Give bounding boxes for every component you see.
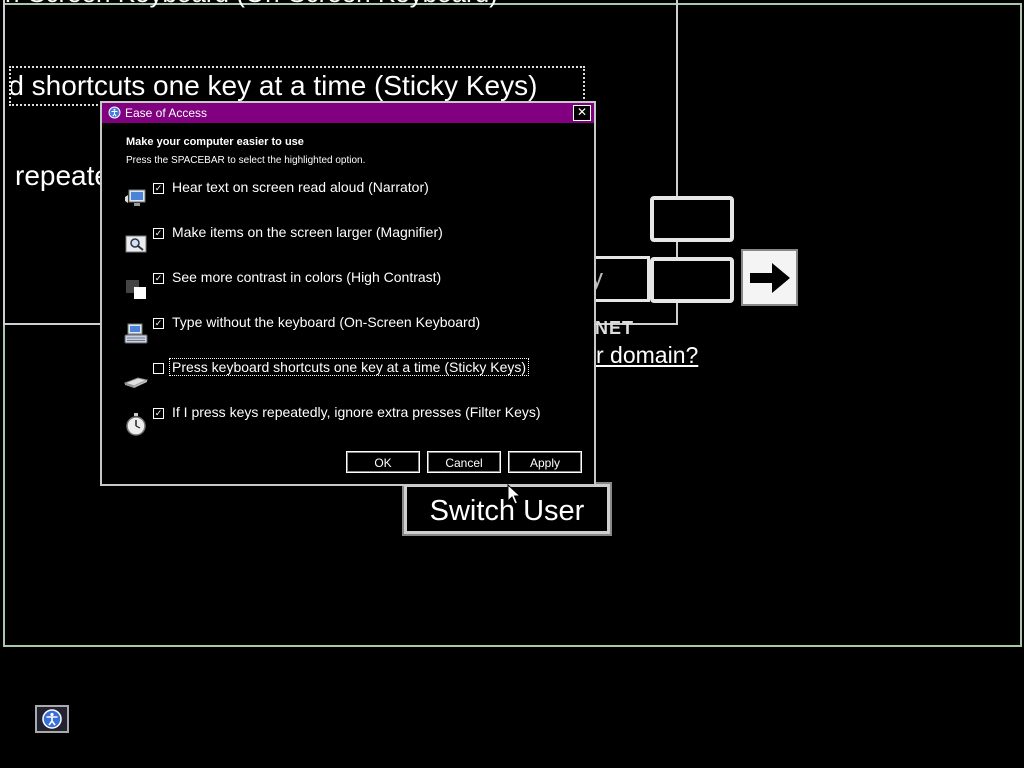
background-panel-title: n-Screen Keyboard (On-Screen Keyboard) <box>5 0 498 9</box>
ease-of-access-icon <box>42 709 62 729</box>
ease-of-access-icon <box>108 106 121 119</box>
background-filter-keys-option[interactable]: repeate <box>15 160 110 192</box>
option-label: Press keyboard shortcuts one key at a ti… <box>168 358 530 376</box>
dialog-titlebar: Ease of Access ✕ <box>102 103 594 123</box>
checkbox-high-contrast[interactable]: ✓ <box>153 273 164 284</box>
option-label: Make items on the screen larger (Magnifi… <box>172 224 443 240</box>
option-sticky-keys[interactable]: Press keyboard shortcuts one key at a ti… <box>120 358 590 397</box>
domain-label: NET <box>595 318 634 338</box>
option-narrator[interactable]: ✓ Hear text on screen read aloud (Narrat… <box>120 179 590 217</box>
dialog-instructions: Press the SPACEBAR to select the highlig… <box>126 155 366 166</box>
keyboard-icon <box>124 323 148 344</box>
ok-button[interactable]: OK <box>346 451 420 473</box>
sticky-keys-icon <box>124 377 148 388</box>
checkbox-filter-keys[interactable]: ✓ <box>153 408 164 419</box>
checkbox-magnifier[interactable]: ✓ <box>153 228 164 239</box>
background-button[interactable]: y <box>591 256 650 302</box>
ease-of-access-dialog: Ease of Access ✕ Make your computer easi… <box>100 101 596 486</box>
submit-arrow-button[interactable] <box>741 249 798 306</box>
close-button[interactable]: ✕ <box>573 105 591 121</box>
option-label: Type without the keyboard (On-Screen Key… <box>172 314 481 330</box>
arrow-right-icon <box>749 262 790 293</box>
magnifier-icon <box>125 235 147 253</box>
background-sticky-keys-option[interactable]: rd shortcuts one key at a time (Sticky K… <box>9 66 585 106</box>
apply-button[interactable]: Apply <box>508 451 582 473</box>
checkbox-on-screen-keyboard[interactable]: ✓ <box>153 318 164 329</box>
option-on-screen-keyboard[interactable]: ✓ Type without the keyboard (On-Screen K… <box>120 314 590 352</box>
option-label: See more contrast in colors (High Contra… <box>172 269 442 285</box>
checkbox-sticky-keys[interactable] <box>153 363 164 374</box>
close-icon: ✕ <box>576 105 588 119</box>
mouse-cursor-icon <box>507 484 521 505</box>
narrator-icon <box>125 189 146 206</box>
username-field[interactable] <box>650 196 734 242</box>
option-filter-keys[interactable]: ✓ If I press keys repeatedly, ignore ext… <box>120 404 590 442</box>
stopwatch-icon <box>126 413 146 436</box>
password-field[interactable] <box>650 257 734 303</box>
option-label: If I press keys repeatedly, ignore extra… <box>172 404 541 420</box>
ease-of-access-button[interactable] <box>35 705 69 733</box>
checkbox-narrator[interactable]: ✓ <box>153 183 164 194</box>
dialog-title: Ease of Access <box>125 106 208 120</box>
cancel-button[interactable]: Cancel <box>427 451 501 473</box>
domain-link[interactable]: r domain? <box>596 342 698 369</box>
option-high-contrast[interactable]: ✓ See more contrast in colors (High Cont… <box>120 269 590 307</box>
high-contrast-icon <box>126 280 146 299</box>
dialog-heading: Make your computer easier to use <box>126 136 304 148</box>
option-magnifier[interactable]: ✓ Make items on the screen larger (Magni… <box>120 224 590 262</box>
option-label: Hear text on screen read aloud (Narrator… <box>172 179 429 195</box>
